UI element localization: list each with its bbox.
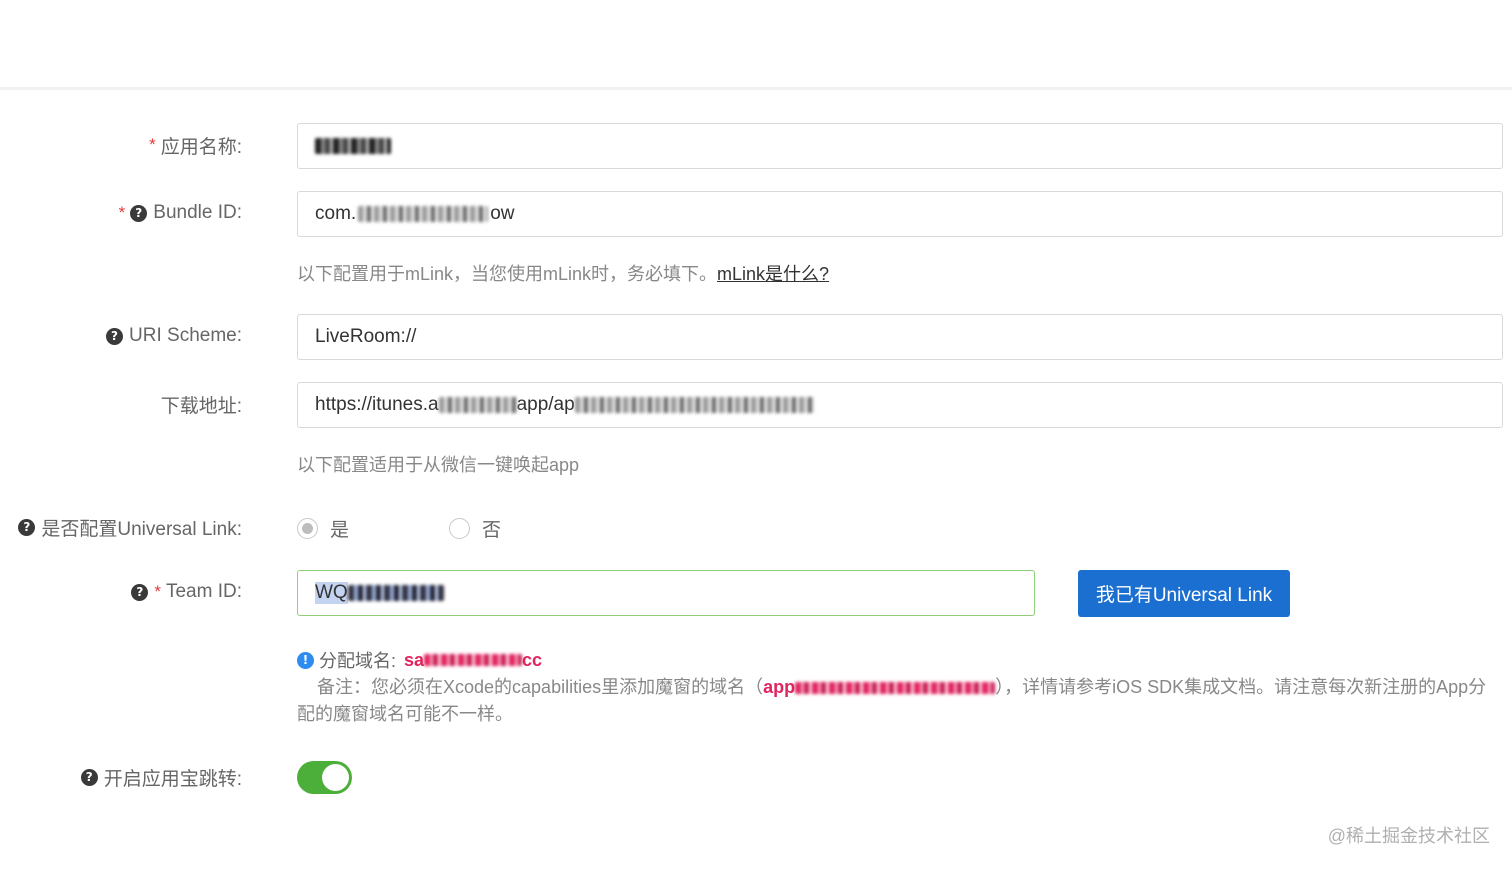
team-id-label: ? * Team ID:	[131, 577, 242, 607]
appstore-jump-label-text: 开启应用宝跳转:	[103, 768, 242, 790]
download-url-label: 下载地址:	[161, 389, 242, 419]
uri-scheme-label-text: URI Scheme:	[129, 325, 242, 346]
redacted-app-name	[315, 138, 391, 154]
help-icon[interactable]: ?	[130, 204, 148, 222]
redacted-assigned-domain	[424, 654, 523, 666]
help-icon[interactable]: ?	[106, 327, 124, 345]
uri-scheme-label: ? URI Scheme:	[106, 321, 242, 351]
mlink-hint-text: 以下配置用于mLink，当您使用mLink时，务必填下。	[297, 264, 718, 284]
assigned-domain-prefix: sa	[404, 649, 425, 670]
bundle-id-label-text: Bundle ID:	[153, 202, 242, 223]
team-id-input[interactable]: WQ	[297, 570, 1035, 616]
radio-no-label: 否	[482, 520, 502, 541]
help-icon[interactable]: ?	[131, 583, 149, 601]
uri-scheme-input[interactable]: LiveRoom://	[297, 314, 1503, 360]
top-header-bar	[0, 0, 1512, 90]
wechat-hint: 以下配置适用于从微信一键唤起app	[297, 451, 579, 477]
radio-circle[interactable]	[449, 518, 471, 539]
download-url-input[interactable]: https://itunes.a app/ap	[297, 382, 1503, 428]
app-name-label-text: 应用名称:	[160, 136, 242, 158]
appstore-jump-toggle[interactable]	[297, 761, 352, 794]
wechat-hint-text: 以下配置适用于从微信一键唤起app	[297, 455, 580, 475]
download-url-prefix: https://itunes.a	[315, 394, 439, 415]
redacted-download-url-tail	[574, 397, 815, 413]
bundle-id-suffix: ow	[490, 203, 515, 224]
universal-link-label-text: 是否配置Universal Link:	[41, 518, 242, 540]
team-id-label-text: Team ID:	[165, 581, 242, 602]
bundle-id-input[interactable]: com. ow	[297, 191, 1503, 237]
download-url-label-text: 下载地址:	[160, 395, 242, 417]
help-icon[interactable]: ?	[18, 518, 36, 536]
mlink-help-link[interactable]: mLink是什么?	[717, 264, 829, 284]
app-name-label: * 应用名称:	[149, 130, 242, 160]
note-domain-highlight: app	[763, 677, 796, 697]
universal-link-label: ? 是否配置Universal Link:	[18, 512, 242, 542]
required-asterisk: *	[118, 203, 126, 222]
radio-yes-label: 是	[330, 520, 350, 541]
have-universal-link-button[interactable]: 我已有Universal Link	[1078, 570, 1290, 617]
required-asterisk: *	[149, 135, 156, 154]
radio-no[interactable]: 否	[449, 515, 501, 542]
bundle-id-label: * ? Bundle ID:	[119, 198, 242, 228]
toggle-knob	[322, 764, 349, 791]
app-name-input[interactable]	[297, 123, 1503, 169]
universal-link-radio-group: 是 否	[297, 515, 601, 542]
help-icon[interactable]: ?	[80, 768, 98, 786]
mlink-hint: 以下配置用于mLink，当您使用mLink时，务必填下。mLink是什么?	[297, 260, 829, 286]
redacted-bundle-id	[358, 206, 489, 222]
appstore-jump-label: ? 开启应用宝跳转:	[80, 762, 242, 792]
download-url-mid: app/ap	[516, 394, 575, 415]
team-id-prefix: WQ	[315, 582, 348, 604]
bundle-id-prefix: com.	[315, 203, 357, 224]
redacted-download-url	[438, 397, 517, 413]
radio-circle-selected[interactable]	[297, 518, 318, 539]
watermark: @稀土掘金技术社区	[1327, 826, 1490, 846]
assigned-domain-suffix: cc	[522, 649, 543, 670]
assigned-domain-label: 分配域名:	[319, 651, 397, 671]
assigned-domain-line: ! 分配域名: sa cc	[297, 647, 542, 673]
note-prefix: 备注：您必须在Xcode的capabilities里添加魔窗的域名（	[317, 677, 764, 697]
uri-scheme-value: LiveRoom://	[315, 326, 417, 347]
redacted-team-id	[347, 585, 444, 601]
radio-yes[interactable]: 是	[297, 515, 349, 542]
domain-note: 备注：您必须在Xcode的capabilities里添加魔窗的域名（app ），详…	[297, 674, 1497, 728]
required-asterisk: *	[154, 582, 161, 601]
info-icon: !	[297, 651, 314, 669]
redacted-note-domain	[795, 682, 996, 695]
